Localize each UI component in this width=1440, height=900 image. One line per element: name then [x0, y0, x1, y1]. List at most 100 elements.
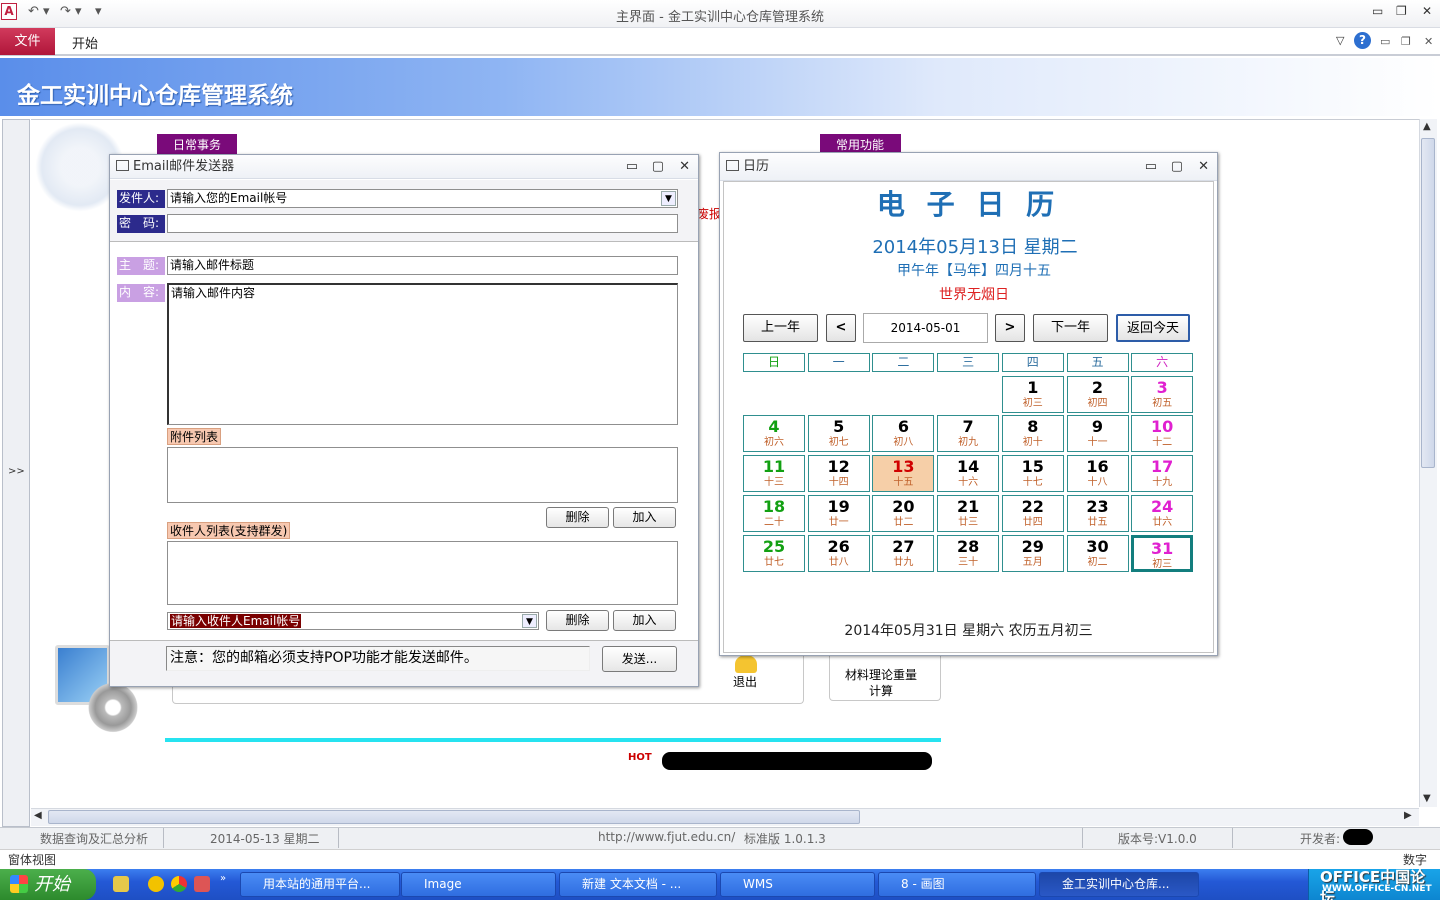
- next-year-button[interactable]: 下一年: [1033, 314, 1108, 342]
- lunar-day: 廿二: [893, 517, 914, 528]
- minimize-icon[interactable]: ▭: [1372, 4, 1383, 18]
- recipient-input[interactable]: 请输入收件人Email帐号: [167, 612, 539, 630]
- attachments-list[interactable]: [167, 447, 678, 503]
- calendar-day-cell[interactable]: 29 五月: [1001, 535, 1064, 572]
- quicklaunch-icon[interactable]: [113, 876, 129, 892]
- calendar-day-cell[interactable]: 12 十四: [807, 455, 870, 492]
- email-close-icon[interactable]: ✕: [679, 155, 690, 179]
- calendar-day-cell[interactable]: 31 初三: [1131, 535, 1194, 572]
- calendar-day-cell[interactable]: 13 十五: [872, 455, 935, 492]
- scroll-down-icon[interactable]: ▼: [1423, 793, 1431, 804]
- taskbar-item-notepad[interactable]: 新建 文本文档 - ...: [559, 872, 717, 897]
- calendar-close-icon[interactable]: ✕: [1198, 153, 1209, 181]
- email-restore-icon[interactable]: ▢: [652, 155, 664, 179]
- taskbar-item-wms-folder[interactable]: WMS: [720, 872, 875, 897]
- back-today-button[interactable]: 返回今天: [1116, 314, 1190, 342]
- lunar-day: 初十: [1022, 437, 1043, 448]
- calendar-day-cell[interactable]: 7 初九: [937, 415, 1000, 452]
- restore-icon[interactable]: ❐: [1396, 4, 1407, 18]
- recipients-list[interactable]: [167, 541, 678, 605]
- email-minimize-icon[interactable]: ▭: [626, 155, 638, 179]
- calendar-day-cell[interactable]: 20 廿二: [872, 495, 935, 532]
- calendar-day-cell[interactable]: 27 廿九: [872, 535, 935, 572]
- calendar-day-cell[interactable]: 8 初十: [1001, 415, 1064, 452]
- attachment-delete-button[interactable]: 删除: [546, 507, 609, 528]
- sender-dropdown-icon[interactable]: ▼: [661, 191, 676, 206]
- horizontal-scroll-thumb[interactable]: [48, 810, 860, 824]
- taskbar-item-paint[interactable]: 8 - 画图: [878, 872, 1036, 897]
- calendar-day-cell[interactable]: 1 初三: [1001, 376, 1064, 413]
- calendar-day-cell[interactable]: 17 十九: [1131, 455, 1194, 492]
- settings-gear-icon: [84, 680, 142, 735]
- calendar-day-cell[interactable]: 5 初七: [807, 415, 870, 452]
- scroll-right-icon[interactable]: ▶: [1404, 810, 1412, 821]
- calendar-day-cell[interactable]: 26 廿八: [807, 535, 870, 572]
- taskbar-item-image-folder[interactable]: Image: [401, 872, 556, 897]
- recipient-dropdown-icon[interactable]: ▼: [522, 614, 537, 628]
- calendar-day-cell[interactable]: 30 初二: [1066, 535, 1129, 572]
- calendar-day-cell[interactable]: 11 十三: [743, 455, 805, 492]
- recipient-delete-button[interactable]: 删除: [546, 610, 609, 631]
- calendar-minimize-icon[interactable]: ▭: [1145, 153, 1157, 181]
- status-url: http://www.fjut.edu.cn/: [598, 830, 736, 844]
- email-window-titlebar[interactable]: Email邮件发送器 ▭ ▢ ✕: [110, 155, 698, 179]
- content-textarea[interactable]: 请输入邮件内容: [167, 283, 678, 425]
- doc-restore-icon[interactable]: ❐: [1401, 35, 1411, 48]
- calendar-day-cell[interactable]: 6 初八: [872, 415, 935, 452]
- material-weight-label-1[interactable]: 材料理论重量: [845, 666, 917, 683]
- calendar-day-cell[interactable]: 16 十八: [1066, 455, 1129, 492]
- taskbar-item-browser[interactable]: 用本站的通用平台...: [240, 872, 400, 897]
- vertical-scroll-thumb[interactable]: [1421, 138, 1435, 468]
- calendar-day-cell[interactable]: 15 十七: [1001, 455, 1064, 492]
- prev-month-button[interactable]: <: [826, 314, 856, 342]
- nav-pane-toggle[interactable]: >>: [8, 466, 25, 477]
- subject-field[interactable]: 请输入邮件标题: [167, 256, 678, 275]
- calendar-day-cell[interactable]: 3 初五: [1131, 376, 1194, 413]
- taskbar-item-access[interactable]: 金工实训中心仓库...: [1039, 872, 1199, 897]
- calendar-day-cell[interactable]: 9 十一: [1066, 415, 1129, 452]
- more-quicklaunch-icon[interactable]: »: [220, 873, 226, 884]
- material-weight-label-2[interactable]: 计算: [869, 682, 893, 699]
- ribbon-bar: [0, 28, 1440, 56]
- close-icon[interactable]: ✕: [1422, 4, 1432, 18]
- date-input[interactable]: 2014-05-01: [863, 313, 988, 343]
- sender-combobox[interactable]: 请输入您的Email帐号: [167, 189, 678, 208]
- send-button[interactable]: 发送...: [602, 646, 677, 672]
- chrome-icon[interactable]: [171, 876, 187, 892]
- calendar-day-cell[interactable]: 25 廿七: [743, 535, 805, 572]
- lunar-day: 初八: [893, 437, 914, 448]
- calendar-day-cell[interactable]: 2 初四: [1066, 376, 1129, 413]
- tab-home[interactable]: 开始: [72, 33, 98, 52]
- recipient-add-button[interactable]: 加入: [613, 610, 676, 631]
- next-month-button[interactable]: >: [995, 314, 1025, 342]
- help-icon[interactable]: ?: [1354, 32, 1371, 49]
- calendar-day-cell[interactable]: 18 二十: [743, 495, 805, 532]
- calendar-day-cell[interactable]: 14 十六: [937, 455, 1000, 492]
- tab-file[interactable]: 文件: [0, 28, 55, 55]
- calendar-day-cell[interactable]: 23 廿五: [1066, 495, 1129, 532]
- calendar-day-cell[interactable]: 10 十二: [1131, 415, 1194, 452]
- calendar-day-cell[interactable]: 19 廿一: [807, 495, 870, 532]
- calendar-window-titlebar[interactable]: 日历 ▭ ▢ ✕: [720, 153, 1217, 181]
- exit-label[interactable]: 退出: [733, 673, 757, 690]
- password-field[interactable]: [167, 214, 678, 233]
- exit-icon[interactable]: [735, 655, 757, 673]
- lunar-day: 十九: [1152, 477, 1173, 488]
- prev-year-button[interactable]: 上一年: [743, 314, 818, 342]
- doc-minimize-icon[interactable]: ▭: [1380, 35, 1390, 48]
- calendar-day-cell[interactable]: 28 三十: [937, 535, 1000, 572]
- scroll-up-icon[interactable]: ▲: [1423, 121, 1431, 132]
- calendar-day-cell[interactable]: 4 初六: [743, 415, 805, 452]
- calendar-restore-icon[interactable]: ▢: [1171, 153, 1183, 181]
- ribbon-collapse-icon[interactable]: ▽: [1336, 34, 1344, 47]
- calendar-day-cell[interactable]: 21 廿三: [937, 495, 1000, 532]
- tab-daily-tasks[interactable]: 日常事务: [157, 134, 237, 156]
- scroll-left-icon[interactable]: ◀: [34, 810, 42, 821]
- doc-close-icon[interactable]: ✕: [1424, 35, 1433, 48]
- quicklaunch-icon[interactable]: [194, 876, 210, 892]
- status-separator: [1232, 828, 1233, 848]
- calendar-day-cell[interactable]: 24 廿六: [1131, 495, 1194, 532]
- quicklaunch-icon[interactable]: [148, 876, 164, 892]
- calendar-day-cell[interactable]: 22 廿四: [1001, 495, 1064, 532]
- attachment-add-button[interactable]: 加入: [613, 507, 676, 528]
